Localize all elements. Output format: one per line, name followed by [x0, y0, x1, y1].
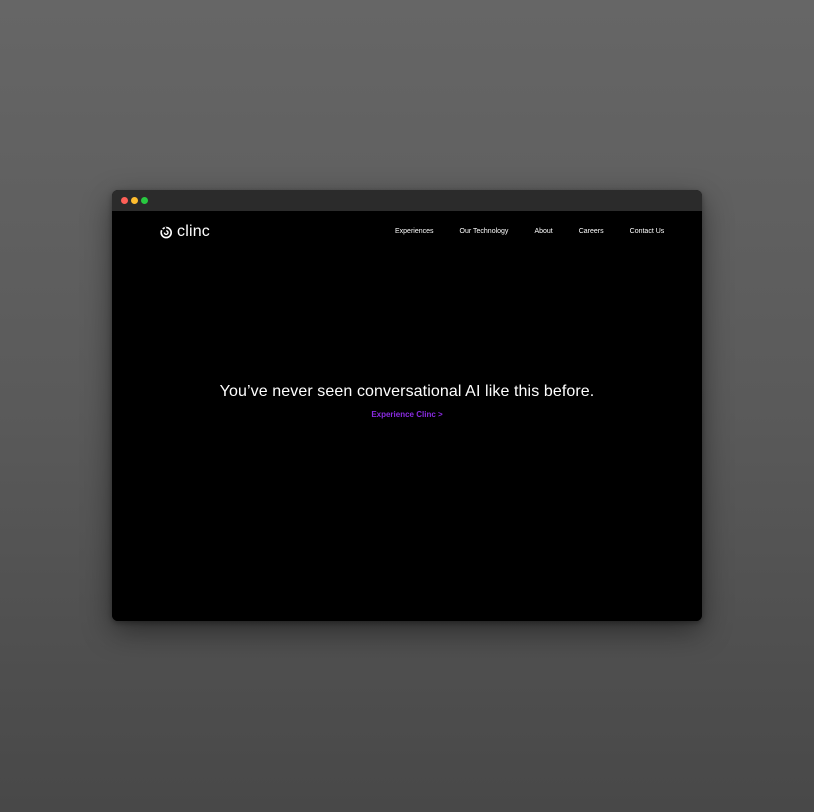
close-window-button[interactable]: [121, 197, 128, 204]
brand-logo-link[interactable]: clinc: [158, 224, 210, 240]
nav-about[interactable]: About: [534, 228, 552, 235]
page-content: clinc Experiences Our Technology About C…: [112, 211, 702, 621]
nav-contact-us[interactable]: Contact Us: [630, 228, 665, 235]
clinc-logo-icon: [160, 226, 172, 239]
hero-headline: You’ve never seen conversational AI like…: [219, 383, 595, 400]
nav-our-technology[interactable]: Our Technology: [460, 228, 509, 235]
experience-clinc-link[interactable]: Experience Clinc >: [371, 410, 442, 419]
minimize-window-button[interactable]: [131, 197, 138, 204]
main-nav: Experiences Our Technology About Careers…: [395, 228, 664, 235]
window-titlebar: [112, 190, 702, 211]
nav-experiences[interactable]: Experiences: [395, 228, 434, 235]
nav-careers[interactable]: Careers: [579, 228, 604, 235]
brand-name: clinc: [177, 223, 211, 240]
browser-window: clinc Experiences Our Technology About C…: [112, 190, 702, 621]
hero-section: You’ve never seen conversational AI like…: [112, 383, 702, 422]
maximize-window-button[interactable]: [141, 197, 148, 204]
